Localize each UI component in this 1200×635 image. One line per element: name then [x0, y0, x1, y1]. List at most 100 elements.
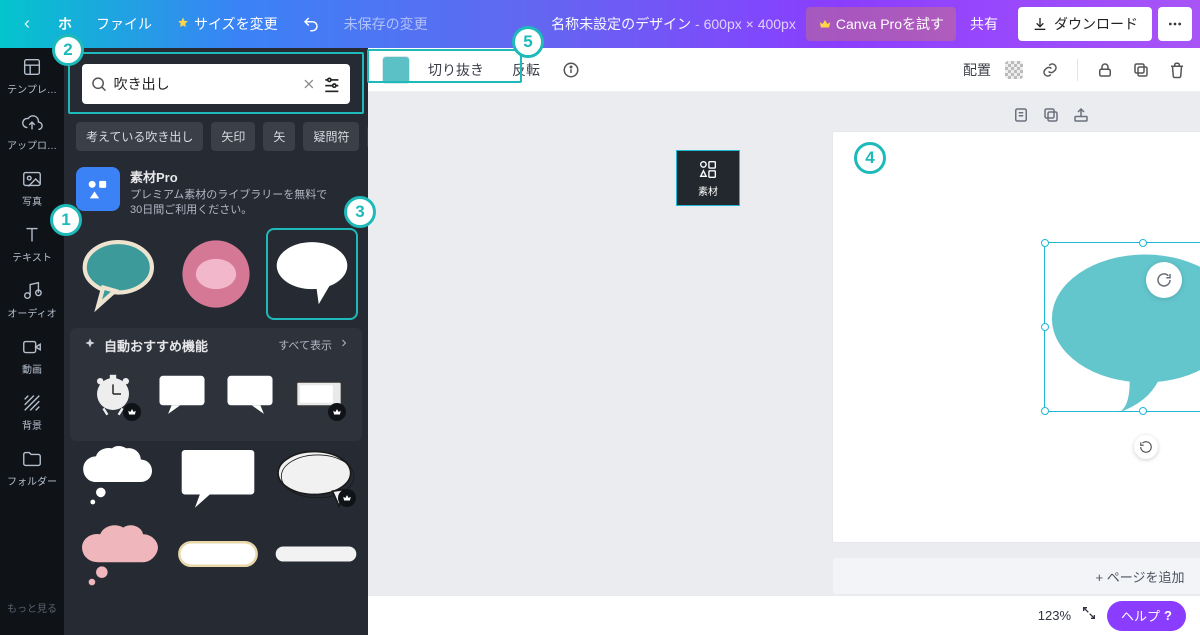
rotate-handle[interactable]	[1134, 435, 1158, 459]
pro-badge-icon	[123, 403, 141, 421]
sparkle-icon	[82, 337, 98, 353]
result-m4[interactable]	[76, 521, 164, 587]
rail-upload[interactable]: アップロ…	[0, 104, 64, 160]
callout-5: 5	[512, 26, 544, 58]
regenerate-button[interactable]	[1146, 262, 1182, 298]
help-question-icon: ?	[1164, 608, 1172, 623]
design-title[interactable]: 名称未設定のデザイン - 600px × 400px	[541, 14, 806, 34]
callout-3: 3	[344, 196, 376, 228]
main-body: テンプレ… アップロ… 写真 素材 テキスト オーディオ 動画 背景 フォルダー…	[0, 48, 1200, 635]
result-thumb-1[interactable]	[76, 230, 164, 318]
app-root: ホ ファイル サイズを変更 未保存の変更 名称未設定のデザイン - 600px …	[0, 0, 1200, 635]
recommend-row	[70, 363, 362, 436]
link-icon[interactable]	[1037, 57, 1063, 83]
rail-text-label: テキスト	[12, 249, 52, 264]
section-see-all[interactable]: すべて表示	[278, 337, 332, 353]
share-button[interactable]: 共有	[956, 8, 1012, 40]
search-icon	[90, 75, 108, 93]
promo-desc1: プレミアム素材のライブラリーを無料で	[130, 188, 327, 203]
promo-title: 素材Pro	[130, 167, 327, 186]
canvas-area: 切り抜き 反転 配置	[368, 48, 1200, 635]
chip-question[interactable]: 疑問符	[303, 122, 359, 151]
footer-bar: 123% ヘルプ?	[368, 595, 1200, 635]
help-label: ヘルプ	[1121, 606, 1160, 625]
rail-upload-label: アップロ…	[7, 137, 57, 152]
chip-arrow[interactable]: 矢印	[211, 122, 255, 151]
trash-icon[interactable]	[1164, 57, 1190, 83]
chip-ya[interactable]: 矢	[263, 122, 295, 151]
search-wrap	[68, 52, 364, 114]
promo-icon	[76, 167, 120, 211]
result-grid-mid	[64, 441, 368, 597]
download-button[interactable]: ダウンロード	[1018, 7, 1152, 41]
promo-text: 素材Pro プレミアム素材のライブラリーを無料で 30日間ご利用ください。	[130, 167, 327, 218]
duplicate-icon[interactable]	[1128, 57, 1154, 83]
result-grid-top	[64, 230, 368, 328]
try-pro-label: Canva Proを試す	[836, 14, 944, 34]
design-name: 名称未設定のデザイン	[551, 16, 691, 32]
reco-2[interactable]	[151, 363, 214, 426]
file-menu[interactable]: ファイル	[84, 8, 164, 40]
resize-menu[interactable]: サイズを変更	[164, 8, 290, 40]
search-input[interactable]	[114, 76, 295, 92]
reco-4[interactable]	[288, 363, 351, 426]
duplicate-page-icon[interactable]	[1042, 106, 1060, 124]
design-dimensions: - 600px × 400px	[691, 16, 796, 32]
page-actions	[1012, 106, 1090, 124]
rail-folder-label: フォルダー	[7, 473, 57, 488]
rail-more-label: もっと見る	[7, 600, 57, 615]
promo-desc2: 30日間ご利用ください。	[130, 203, 327, 218]
rail-photo-label: 写真	[22, 193, 42, 208]
more-menu-button[interactable]	[1158, 7, 1192, 41]
pro-badge-icon	[328, 403, 346, 421]
promo-elements-pro[interactable]: 素材Pro プレミアム素材のライブラリーを無料で 30日間ご利用ください。	[64, 159, 368, 230]
position-button[interactable]: 配置	[963, 60, 991, 80]
rail-video[interactable]: 動画	[0, 328, 64, 384]
filter-icon[interactable]	[322, 74, 342, 94]
canvas-wrap[interactable]: + ページを追加	[368, 92, 1200, 595]
rail-background-label: 背景	[22, 417, 42, 432]
clear-icon[interactable]	[301, 76, 317, 92]
result-m1[interactable]	[76, 445, 164, 511]
result-m3[interactable]	[272, 445, 360, 511]
result-m6[interactable]	[272, 521, 360, 587]
reco-1[interactable]	[82, 363, 145, 426]
fullscreen-icon[interactable]	[1081, 605, 1097, 626]
info-icon[interactable]	[558, 57, 584, 83]
back-button[interactable]	[8, 8, 46, 40]
share-page-icon[interactable]	[1072, 106, 1090, 124]
rail-templates-label: テンプレ…	[7, 81, 57, 96]
rail-audio[interactable]: オーディオ	[0, 272, 64, 328]
rail-folder[interactable]: フォルダー	[0, 440, 64, 496]
elements-panel: 考えている吹き出し 矢印 矢 疑問符 素材Pro プレミアム素材のライブラリーを…	[64, 48, 368, 635]
result-m2[interactable]	[174, 445, 262, 511]
section-title: 自動おすすめ機能	[104, 336, 208, 355]
unsaved-indicator: 未保存の変更	[332, 8, 440, 40]
help-button[interactable]: ヘルプ?	[1107, 601, 1186, 631]
lock-icon[interactable]	[1092, 57, 1118, 83]
undo-button[interactable]	[290, 8, 332, 40]
rail-background[interactable]: 背景	[0, 384, 64, 440]
top-header: ホ ファイル サイズを変更 未保存の変更 名称未設定のデザイン - 600px …	[0, 0, 1200, 48]
reco-3[interactable]	[219, 363, 282, 426]
rail-audio-label: オーディオ	[7, 305, 56, 320]
try-pro-button[interactable]: Canva Proを試す	[806, 7, 956, 41]
suggestion-chips: 考えている吹き出し 矢印 矢 疑問符	[64, 114, 368, 159]
result-m5[interactable]	[174, 521, 262, 587]
resize-label: サイズを変更	[194, 14, 278, 34]
callout-2: 2	[52, 34, 84, 66]
zoom-level[interactable]: 123%	[1038, 608, 1071, 623]
chip-thinking-bubble[interactable]: 考えている吹き出し	[76, 122, 203, 151]
transparency-icon[interactable]	[1001, 57, 1027, 83]
highlight-toolbar	[367, 49, 522, 83]
download-label: ダウンロード	[1054, 14, 1138, 34]
add-page-button[interactable]: + ページを追加	[833, 558, 1200, 594]
section-chevron	[338, 336, 350, 354]
result-thumb-3[interactable]	[268, 230, 356, 318]
result-thumb-2[interactable]	[172, 230, 260, 318]
search-box[interactable]	[82, 64, 350, 104]
notes-icon[interactable]	[1012, 106, 1030, 124]
side-rail: テンプレ… アップロ… 写真 素材 テキスト オーディオ 動画 背景 フォルダー…	[0, 48, 64, 635]
rail-more[interactable]: もっと見る	[0, 579, 64, 635]
callout-4: 4	[854, 142, 886, 174]
